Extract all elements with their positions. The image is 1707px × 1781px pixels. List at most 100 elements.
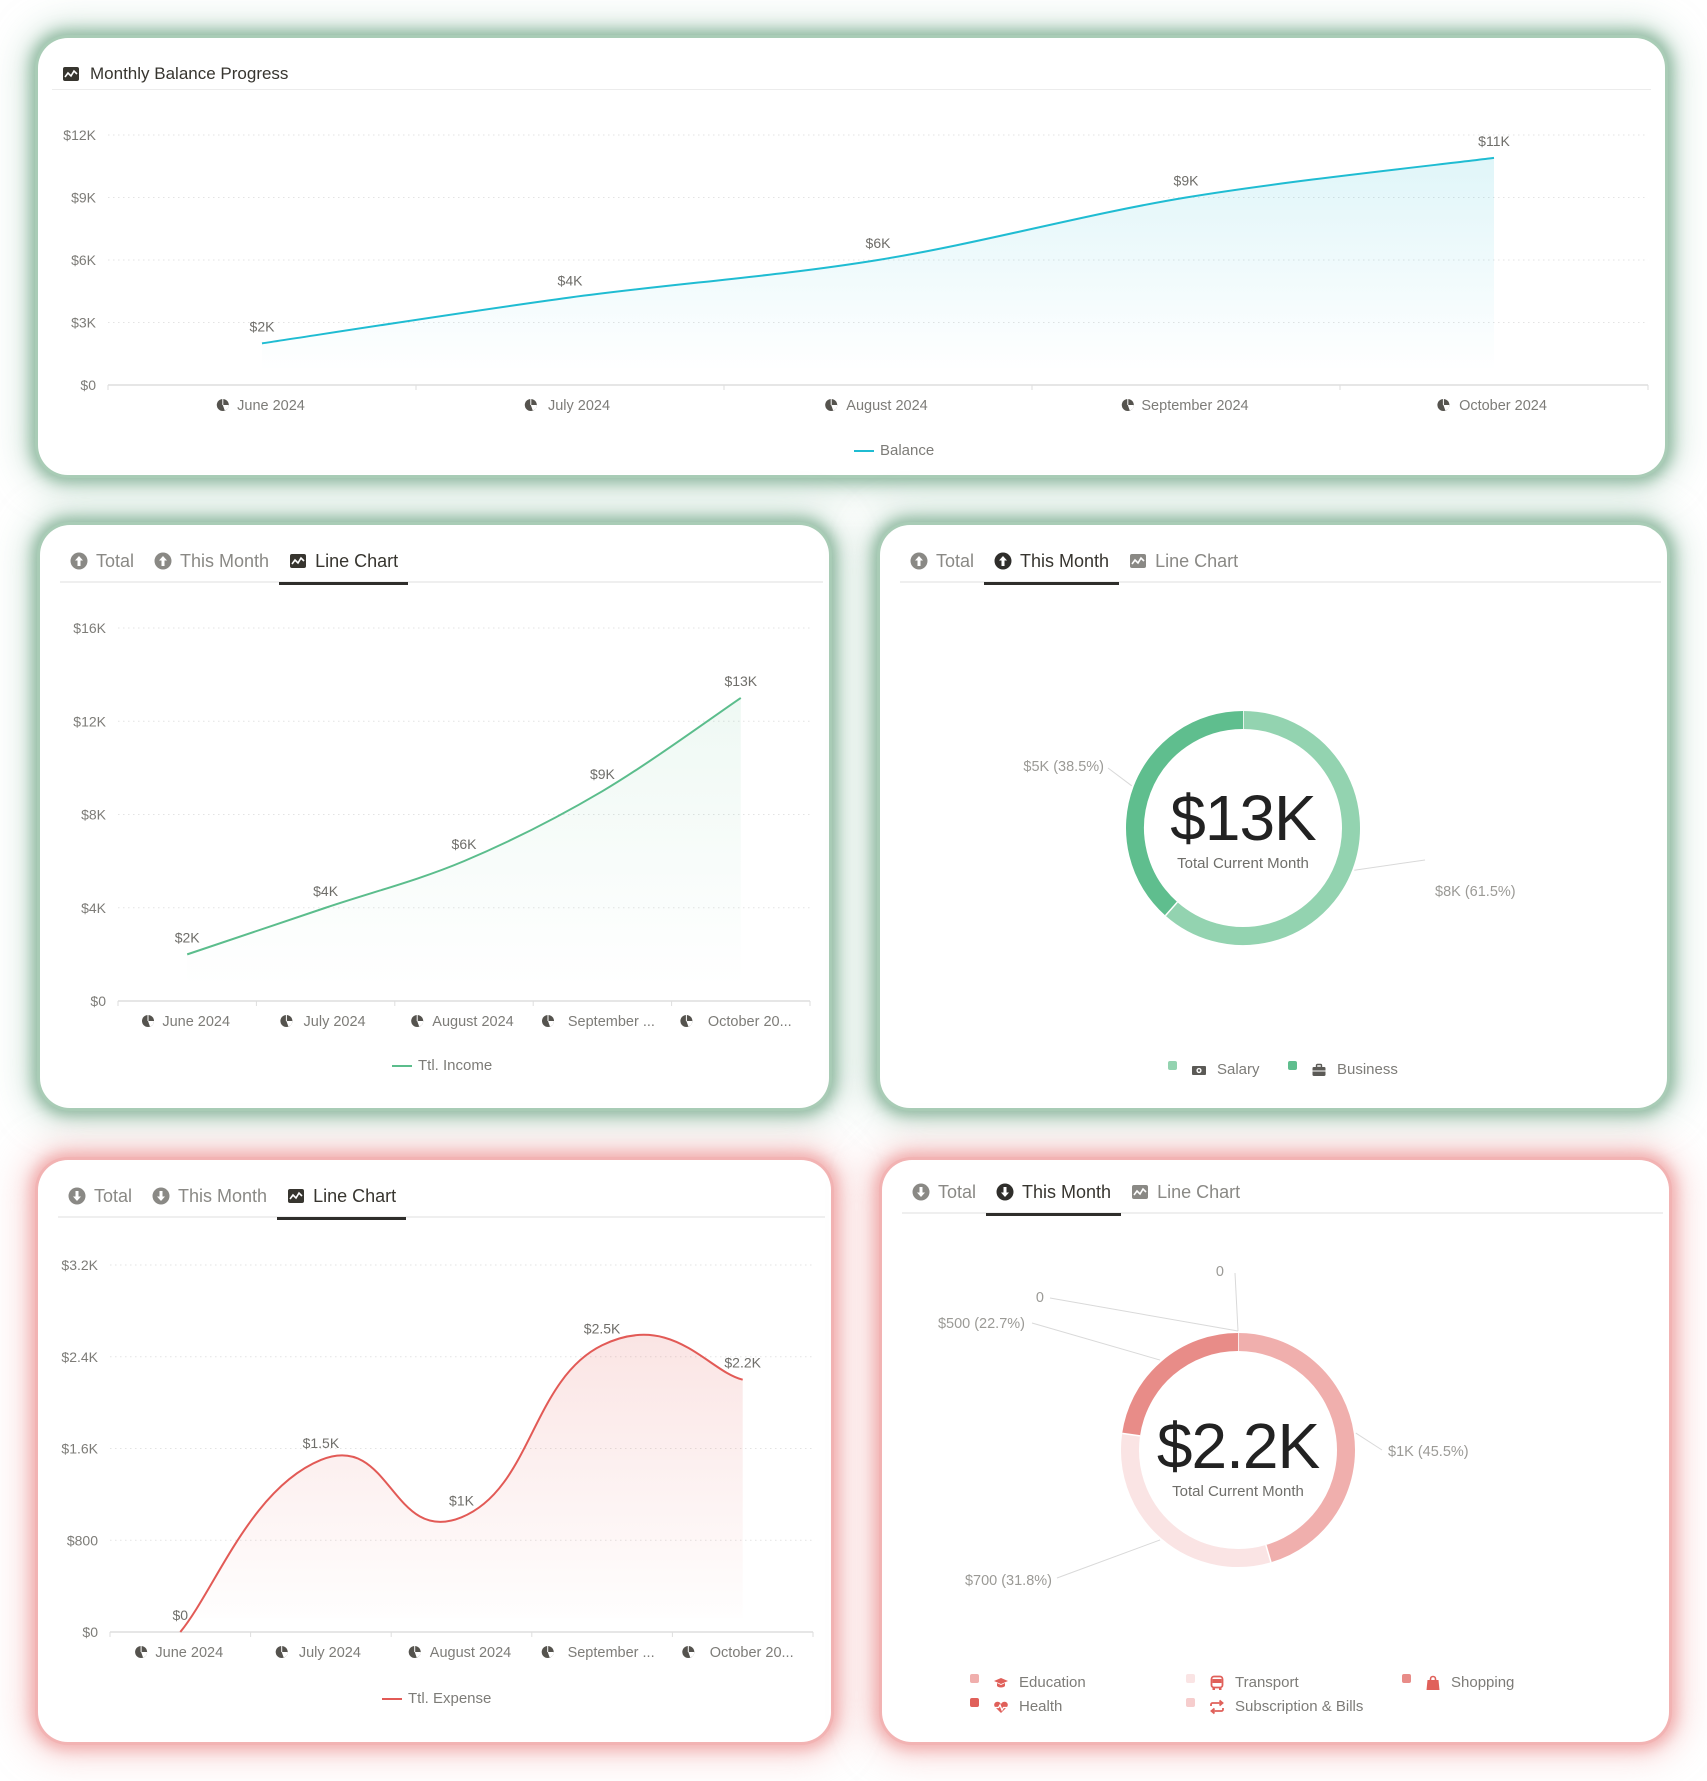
legend-label: Salary [1217, 1061, 1260, 1078]
y-tick-label: $12K [63, 127, 96, 143]
legend-swatch [1288, 1061, 1297, 1070]
legend-item-salary[interactable]: Salary [1168, 1061, 1260, 1078]
area-fill [180, 1334, 743, 1632]
legend-item-transport[interactable]: Transport [1186, 1674, 1299, 1691]
legend-swatch [1186, 1674, 1195, 1683]
x-tick-label: June 2024 [155, 1645, 223, 1661]
legend-swatch [1186, 1698, 1195, 1707]
legend-item-subscription-bills[interactable]: Subscription & Bills [1186, 1698, 1363, 1715]
data-label: $2.2K [724, 1355, 761, 1371]
y-tick-label: $4K [81, 900, 107, 916]
pie-chart-icon [142, 1015, 154, 1027]
data-label: $6K [866, 235, 892, 251]
income-chart: $0 $4K $8K $12K $16K June 2024 July 2024 August… [73, 620, 811, 1030]
legend-label: Transport [1235, 1674, 1299, 1691]
x-tick-label: September ... [568, 1645, 655, 1661]
data-label: $9K [590, 766, 616, 782]
x-tick-label: July 2024 [304, 1014, 366, 1030]
balance-legend: Balance [854, 442, 934, 459]
pie-chart-icon [1121, 399, 1134, 411]
donut-leader-line [1056, 1539, 1161, 1579]
donut-total-label: Total Current Month [1172, 1483, 1304, 1500]
legend-label: Subscription & Bills [1235, 1698, 1364, 1715]
x-tick-label: July 2024 [548, 398, 610, 414]
expense-donut-card: Total This Month Line Chart $1K (45.5%) $… [882, 1160, 1669, 1742]
donut-data-label: $5K (38.5%) [1023, 759, 1104, 775]
pie-chart-icon [825, 399, 838, 411]
graduation-cap-icon [993, 1675, 1009, 1691]
legend-swatch [1402, 1674, 1411, 1683]
area-fill [262, 157, 1494, 371]
pie-chart-icon [682, 1646, 695, 1658]
expense-chart-card: Total This Month Line Chart $0 $800 $1.6K $… [38, 1160, 831, 1742]
legend-label: Ttl. Expense [408, 1690, 492, 1707]
income-legend: Ttl. Income [392, 1057, 492, 1074]
legend-label: Business [1337, 1061, 1398, 1078]
legend-item-health[interactable]: Health [970, 1698, 1062, 1715]
x-tick-label: September 2024 [1141, 398, 1248, 414]
pie-chart-icon [411, 1015, 424, 1027]
y-tick-label: $3K [71, 315, 97, 331]
data-label: $2.5K [584, 1320, 621, 1336]
data-label: $4K [313, 883, 339, 899]
data-label: $2K [175, 929, 201, 945]
data-label: $2K [250, 318, 276, 334]
expense-legend: Ttl. Expense [382, 1690, 491, 1707]
donut-data-label: 0 [1216, 1264, 1224, 1280]
data-label: $0 [173, 1607, 189, 1623]
income-chart-card: Total This Month Line Chart $0 $4K $8K $12K… [40, 525, 829, 1108]
donut-data-label: $700 (31.8%) [965, 1573, 1052, 1589]
data-label: $11K [1478, 133, 1510, 149]
legend-label: Shopping [1451, 1674, 1515, 1691]
balance-chart: $0 $3K $6K $9K $12K June 2024 July 2024 August … [63, 127, 1649, 414]
repeat-icon [1209, 1699, 1225, 1715]
data-label: $6K [452, 836, 478, 852]
pie-chart-icon [408, 1646, 421, 1658]
pie-chart-icon [135, 1646, 148, 1658]
pie-chart-icon [280, 1015, 293, 1027]
x-tick-label: October 20... [708, 1014, 792, 1030]
donut-leader-line [1049, 1297, 1239, 1332]
pie-chart-icon [275, 1646, 288, 1658]
x-tick-label: August 2024 [432, 1014, 513, 1030]
income-donut-center: $13K Total Current Month [1123, 783, 1363, 872]
y-tick-label: $16K [73, 620, 106, 636]
pie-chart-icon [216, 399, 229, 411]
donut-leader-line [1354, 859, 1426, 871]
legend-label: Ttl. Income [418, 1057, 493, 1074]
bus-icon [1209, 1675, 1225, 1691]
y-tick-label: $2.4K [61, 1349, 98, 1365]
x-tick-label: June 2024 [237, 398, 305, 414]
donut-total-value: $13K [1170, 782, 1316, 854]
legend-label: Balance [880, 442, 935, 459]
y-tick-label: $3.2K [61, 1257, 98, 1273]
pie-chart-icon [680, 1015, 693, 1027]
x-tick-label: August 2024 [846, 398, 927, 414]
legend-item-business[interactable]: Business [1288, 1061, 1398, 1078]
money-icon [1191, 1062, 1207, 1078]
legend-swatch [392, 1064, 412, 1067]
briefcase-icon [1311, 1062, 1327, 1078]
y-tick-label: $0 [80, 377, 96, 393]
data-label: $9K [1174, 173, 1200, 189]
donut-data-label: $8K (61.5%) [1435, 884, 1516, 900]
y-tick-label: $0 [82, 1624, 98, 1640]
data-label: $1.5K [303, 1435, 340, 1451]
y-tick-label: $6K [71, 252, 97, 268]
x-tick-label: October 20... [710, 1645, 794, 1661]
x-tick-label: October 2024 [1459, 398, 1547, 414]
pie-chart-icon [1437, 399, 1450, 411]
legend-swatch [1168, 1061, 1177, 1070]
x-tick-label: September ... [568, 1014, 655, 1030]
donut-leader-line [1234, 1272, 1239, 1332]
pie-chart-icon [541, 1646, 554, 1658]
legend-item-education[interactable]: Education [970, 1674, 1086, 1691]
legend-item-shopping[interactable]: Shopping [1402, 1674, 1514, 1691]
expense-chart: $0 $800 $1.6K $2.4K $3.2K June 2024 July 2024 A… [61, 1257, 814, 1661]
legend-swatch [382, 1697, 402, 1700]
pie-chart-icon [524, 399, 537, 411]
legend-swatch [970, 1698, 979, 1707]
expense-donut-center: $2.2K Total Current Month [1118, 1411, 1358, 1500]
balance-card: Monthly Balance Progress $0 $3K $6K $9K $12K… [38, 38, 1665, 475]
data-label: $4K [558, 273, 584, 289]
